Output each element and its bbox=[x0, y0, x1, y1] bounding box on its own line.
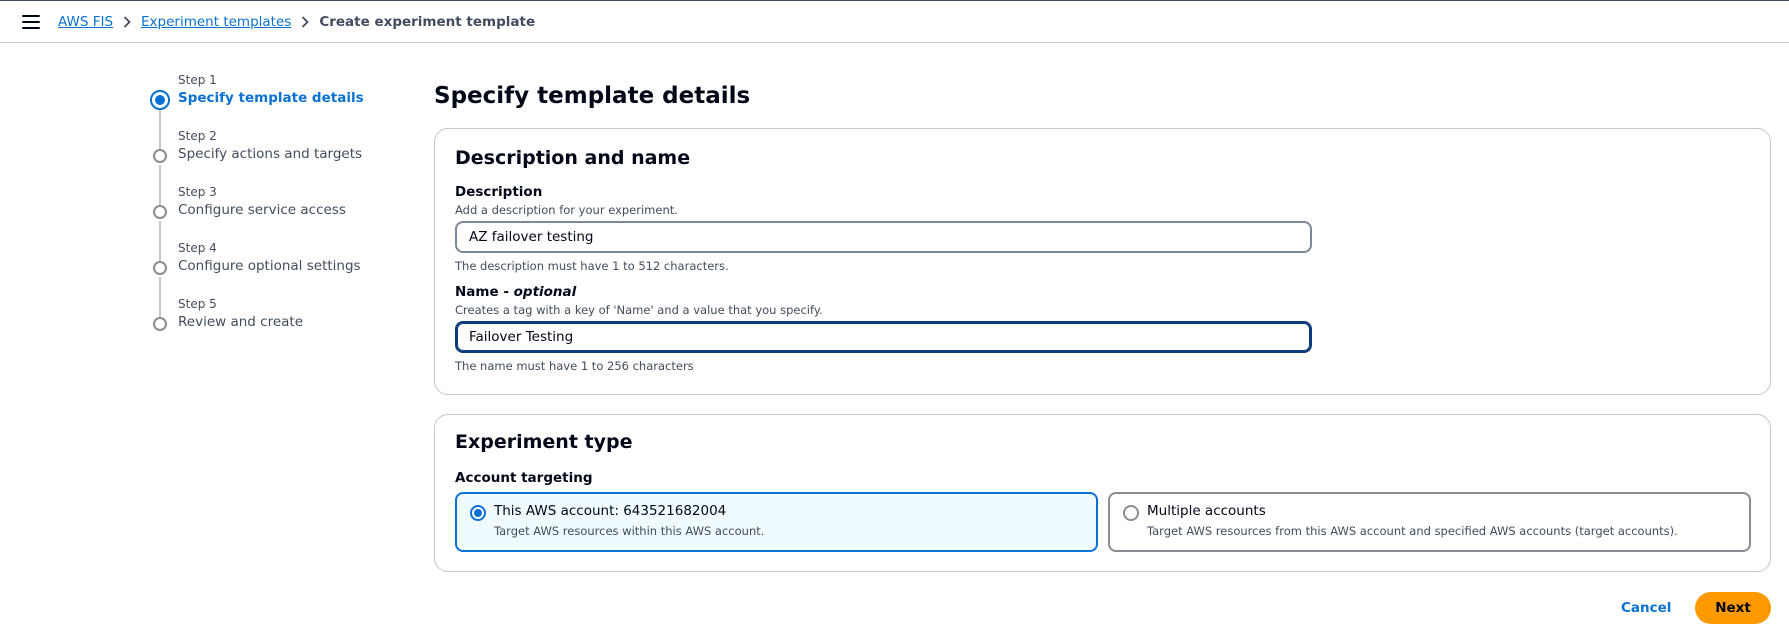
description-hint: Add a description for your experiment. bbox=[455, 203, 678, 217]
name-label: Name - optional bbox=[455, 284, 576, 300]
chevron-right-icon bbox=[291, 14, 319, 30]
description-input[interactable] bbox=[455, 221, 1312, 253]
breadcrumb: AWS FIS Experiment templates Create expe… bbox=[58, 14, 535, 30]
wizard-step-3: Step 3 Configure service access bbox=[150, 184, 410, 261]
hamburger-menu-icon[interactable] bbox=[22, 15, 40, 29]
description-label: Description bbox=[455, 184, 543, 200]
wizard-step-4: Step 4 Configure optional settings bbox=[150, 240, 410, 317]
optional-label: optional bbox=[513, 284, 577, 300]
radio-selected-icon[interactable] bbox=[470, 505, 486, 521]
experiment-type-container: Experiment type Account targeting This A… bbox=[434, 414, 1771, 572]
step-number: Step 2 bbox=[178, 129, 217, 143]
tile-title: Multiple accounts bbox=[1147, 503, 1266, 519]
wizard-steps-nav: Step 1 Specify template details Step 2 S… bbox=[150, 72, 410, 352]
step-title: Configure service access bbox=[178, 202, 346, 218]
step-indicator-icon bbox=[153, 261, 167, 275]
step-title: Review and create bbox=[178, 314, 304, 330]
step-title: Specify actions and targets bbox=[178, 146, 363, 162]
wizard-step-2: Step 2 Specify actions and targets bbox=[150, 128, 410, 205]
step-number: Step 5 bbox=[178, 297, 217, 311]
page-title: Specify template details bbox=[434, 83, 751, 109]
radio-unselected-icon[interactable] bbox=[1123, 505, 1139, 521]
step-indicator-icon bbox=[150, 90, 170, 110]
breadcrumb-current-page: Create experiment template bbox=[319, 14, 536, 30]
step-title: Specify template details bbox=[178, 90, 364, 106]
step-title: Configure optional settings bbox=[178, 258, 361, 274]
wizard-step-5: Step 5 Review and create bbox=[150, 296, 410, 352]
name-constraint-text: The name must have 1 to 256 characters bbox=[455, 359, 694, 373]
next-button[interactable]: Next bbox=[1695, 592, 1771, 624]
tile-title: This AWS account: 643521682004 bbox=[494, 503, 727, 519]
wizard-step-1: Step 1 Specify template details bbox=[150, 72, 410, 150]
account-targeting-label: Account targeting bbox=[455, 470, 593, 486]
step-indicator-icon bbox=[153, 205, 167, 219]
cancel-button[interactable]: Cancel bbox=[1621, 600, 1671, 616]
step-number: Step 1 bbox=[178, 73, 217, 87]
step-indicator-icon bbox=[153, 149, 167, 163]
section-heading: Experiment type bbox=[455, 431, 633, 453]
section-heading: Description and name bbox=[455, 147, 691, 169]
top-navigation-bar: AWS FIS Experiment templates Create expe… bbox=[0, 0, 1789, 43]
tile-description: Target AWS resources within this AWS acc… bbox=[494, 524, 765, 538]
breadcrumb-experiment-templates-link[interactable]: Experiment templates bbox=[141, 14, 291, 30]
tile-multiple-accounts[interactable]: Multiple accounts Target AWS resources f… bbox=[1108, 492, 1751, 552]
tile-this-aws-account[interactable]: This AWS account: 643521682004 Target AW… bbox=[455, 492, 1098, 552]
step-number: Step 4 bbox=[178, 241, 217, 255]
step-number: Step 3 bbox=[178, 185, 217, 199]
name-hint: Creates a tag with a key of 'Name' and a… bbox=[455, 303, 823, 317]
step-indicator-icon bbox=[153, 317, 167, 331]
chevron-right-icon bbox=[113, 14, 141, 30]
tile-description: Target AWS resources from this AWS accou… bbox=[1147, 524, 1678, 538]
description-and-name-container: Description and name Description Add a d… bbox=[434, 128, 1771, 395]
description-constraint-text: The description must have 1 to 512 chara… bbox=[455, 259, 729, 273]
breadcrumb-aws-fis-link[interactable]: AWS FIS bbox=[58, 14, 113, 30]
name-input[interactable] bbox=[455, 321, 1312, 353]
name-label-text: Name - bbox=[455, 284, 514, 300]
